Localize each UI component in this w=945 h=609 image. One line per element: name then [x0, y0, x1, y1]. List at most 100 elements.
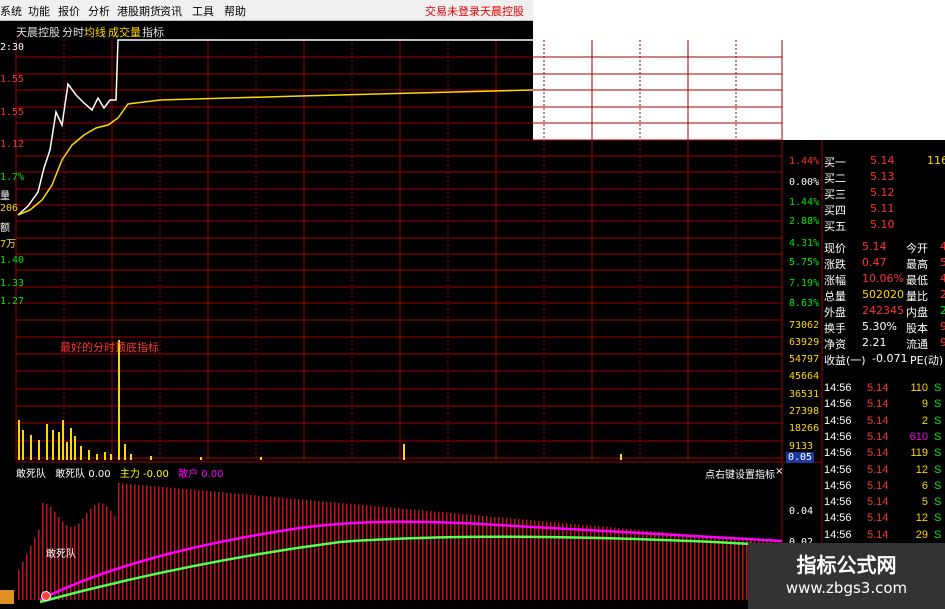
indicator-settings-hint[interactable]: 点右键设置指标	[705, 466, 775, 481]
sub-indicator-bar	[498, 517, 500, 600]
bid-price: 5.11	[870, 202, 895, 215]
sub-indicator-bar	[158, 486, 160, 600]
menu-function[interactable]: 功能	[28, 3, 50, 19]
sub-indicator-bar	[646, 530, 648, 600]
watermark: 指标公式网 www.zbgs3.com	[748, 543, 945, 609]
tick-time: 14:56	[824, 447, 852, 460]
tab-avg-line[interactable]: 均线	[84, 24, 106, 40]
sub-indicator-bar	[378, 506, 380, 600]
stat-key: 涨幅	[824, 274, 846, 287]
sub-indicator-bar	[114, 516, 116, 600]
sub-indicator-bar	[246, 494, 248, 600]
vol-axis-label: 54797	[789, 354, 820, 365]
sub-indicator-bar	[502, 517, 504, 600]
sub-indicator-bar	[734, 538, 736, 600]
sub-indicator-bar	[70, 526, 72, 600]
tick-direction: S	[934, 463, 942, 476]
volume-bar	[118, 340, 120, 460]
sub-indicator-bar	[446, 512, 448, 600]
tick-direction: S	[934, 414, 942, 427]
sub-indicator-bar	[266, 496, 268, 600]
sub-indicator-bar	[174, 488, 176, 600]
stat-value: 502020	[862, 288, 904, 301]
sub-indicator-bar	[38, 530, 40, 600]
sub-indicator-bar	[218, 492, 220, 600]
menu-analysis[interactable]: 分析	[88, 3, 110, 19]
sub-indicator-bar	[166, 487, 168, 600]
sub-indicator-bar	[686, 534, 688, 600]
sub-indicator-bar	[482, 515, 484, 600]
sub-item-value: 0.00	[88, 469, 111, 480]
sub-item-label: 散户	[178, 469, 199, 480]
menu-help[interactable]: 帮助	[224, 3, 246, 19]
vol-axis-label: 9133	[789, 441, 814, 452]
menu-news[interactable]: 资讯	[160, 3, 182, 19]
bid-row[interactable]: 买一 5.14 116	[822, 154, 945, 170]
stat-value: 9.4	[940, 320, 945, 333]
menu-quote[interactable]: 报价	[58, 3, 80, 19]
sub-indicator-bar	[642, 530, 644, 600]
tick-time: 14:56	[824, 414, 852, 427]
sub-indicator-bar	[230, 493, 232, 600]
sub-indicator-bar	[22, 562, 24, 600]
sub-indicator-bar	[90, 508, 92, 600]
stat-key: 量比	[906, 290, 928, 303]
volume-bar	[620, 454, 622, 460]
blank-area	[320, 272, 625, 336]
sub-indicator-bar	[86, 513, 88, 600]
tab-volume[interactable]: 成交量	[108, 24, 141, 40]
bid-row[interactable]: 买五 5.10	[822, 218, 945, 234]
sub-indicator-bar	[478, 515, 480, 600]
volume-bar	[124, 444, 126, 460]
tab-intraday[interactable]: 分时	[62, 24, 84, 40]
sub-indicator-bar	[650, 530, 652, 600]
time-label: 2:30	[0, 42, 25, 53]
sub-item-value: 0.00	[201, 469, 224, 480]
menu-hk-futures[interactable]: 港股期货	[117, 3, 161, 19]
buy-marker[interactable]: 系统	[0, 590, 14, 604]
bid-row[interactable]: 买二 5.13	[822, 170, 945, 186]
sub-indicator-bar	[338, 502, 340, 600]
sub-indicator-bar	[214, 491, 216, 600]
volume-bar	[110, 454, 112, 460]
sub-indicator-bar	[186, 489, 188, 600]
signal-dot-icon	[41, 591, 51, 601]
bid-volume: 116	[927, 154, 945, 167]
sub-indicator-bar	[510, 518, 512, 600]
volume-bar	[260, 457, 262, 460]
sub-indicator-bar	[450, 512, 452, 600]
tick-volume: 29	[915, 528, 928, 541]
sub-indicator-bar	[242, 494, 244, 600]
tab-indicator[interactable]: 指标	[142, 24, 164, 40]
sub-indicator-bar	[714, 536, 716, 600]
stat-key: 最低	[906, 274, 928, 287]
bid-row[interactable]: 买三 5.12	[822, 186, 945, 202]
tick-volume: 2	[921, 414, 928, 427]
tick-direction: S	[934, 382, 942, 394]
close-icon[interactable]: ×	[775, 466, 783, 477]
volume-bar	[58, 432, 60, 460]
volume-bar	[130, 454, 132, 460]
bid-row[interactable]: 买四 5.11	[822, 202, 945, 218]
stat-value: 9.4	[940, 336, 945, 349]
sub-indicator-name[interactable]: 敢死队	[16, 469, 46, 480]
sub-indicator-bar	[150, 485, 152, 600]
sub-indicator-bar	[558, 522, 560, 600]
vol-axis-label: 27398	[789, 406, 820, 417]
sub-indicator-bar	[262, 495, 264, 600]
bid-price: 5.13	[870, 170, 895, 183]
menu-tools[interactable]: 工具	[192, 3, 214, 19]
sub-indicator-bar	[454, 513, 456, 600]
sub-indicator-bar	[370, 505, 372, 600]
sub-indicator-bar	[194, 489, 196, 600]
tick-row: 14:56 5.14 12 S	[822, 512, 945, 527]
menu-system[interactable]: 系统	[0, 3, 22, 19]
sub-indicator-bar	[522, 519, 524, 600]
pct-label: 1.7%	[0, 172, 25, 183]
tick-time: 14:56	[824, 479, 852, 492]
sub-indicator-bar	[270, 496, 272, 600]
pct-axis-label: 1.44%	[789, 156, 820, 167]
login-status[interactable]: 交易未登录	[425, 3, 480, 19]
sub-indicator-bar	[578, 524, 580, 600]
volume-bar	[70, 428, 72, 460]
